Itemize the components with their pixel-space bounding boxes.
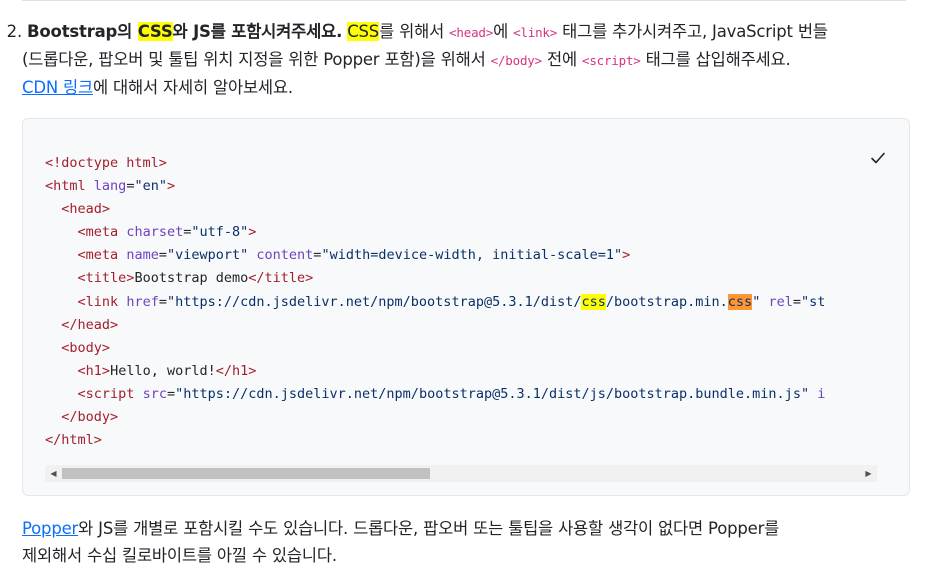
horizontal-scrollbar[interactable]: ◀ ▶ [45,465,877,482]
note-line-2: 제외해서 수십 킬로바이트를 아낄 수 있습니다. [22,546,337,565]
code-pre: <!doctype html> <html lang="en"> <head> … [45,155,826,449]
scrollbar-thumb[interactable] [62,468,430,479]
inline-code-link: <link> [513,25,558,40]
note-line-1: Popper와 JS를 개별로 포함시킬 수도 있습니다. 드롭다운, 팝오버 … [22,519,780,538]
inline-code-script: <script> [582,53,641,68]
code-content[interactable]: <!doctype html> <html lang="en"> <head> … [45,152,877,452]
top-divider [22,0,906,1]
inline-code-head: <head> [449,25,494,40]
search-highlight-code-css: css [581,293,606,310]
code-block: <!doctype html> <html lang="en"> <head> … [22,118,910,496]
step-line-1: 2. Bootstrap의 CSS와 JS를 포함시켜주세요. CSS를 위해서… [0,22,828,41]
popper-note-paragraph: Popper와 JS를 개별로 포함시킬 수도 있습니다. 드롭다운, 팝오버 … [22,515,902,569]
step-line-3: CDN 링크에 대해서 자세히 알아보세요. [22,78,293,97]
step-2-paragraph: 2. Bootstrap의 CSS와 JS를 포함시켜주세요. CSS를 위해서… [0,18,912,101]
popper-link[interactable]: Popper [22,519,78,538]
search-highlight-css: CSS [347,22,380,41]
step-line-2: (드롭다운, 팝오버 및 툴팁 위치 지정을 위한 Popper 포함)을 위해… [22,50,791,69]
scroll-left-arrow-icon[interactable]: ◀ [45,465,62,482]
search-highlight-css-bold: CSS [137,22,173,41]
step-heading: Bootstrap의 CSS와 JS를 포함시켜주세요. [27,22,343,41]
cdn-link[interactable]: CDN 링크 [22,78,93,97]
inline-code-body-close: </body> [490,53,542,68]
step-number: 2. [6,22,23,41]
current-search-highlight-css: css [727,293,753,310]
scroll-right-arrow-icon[interactable]: ▶ [860,465,877,482]
